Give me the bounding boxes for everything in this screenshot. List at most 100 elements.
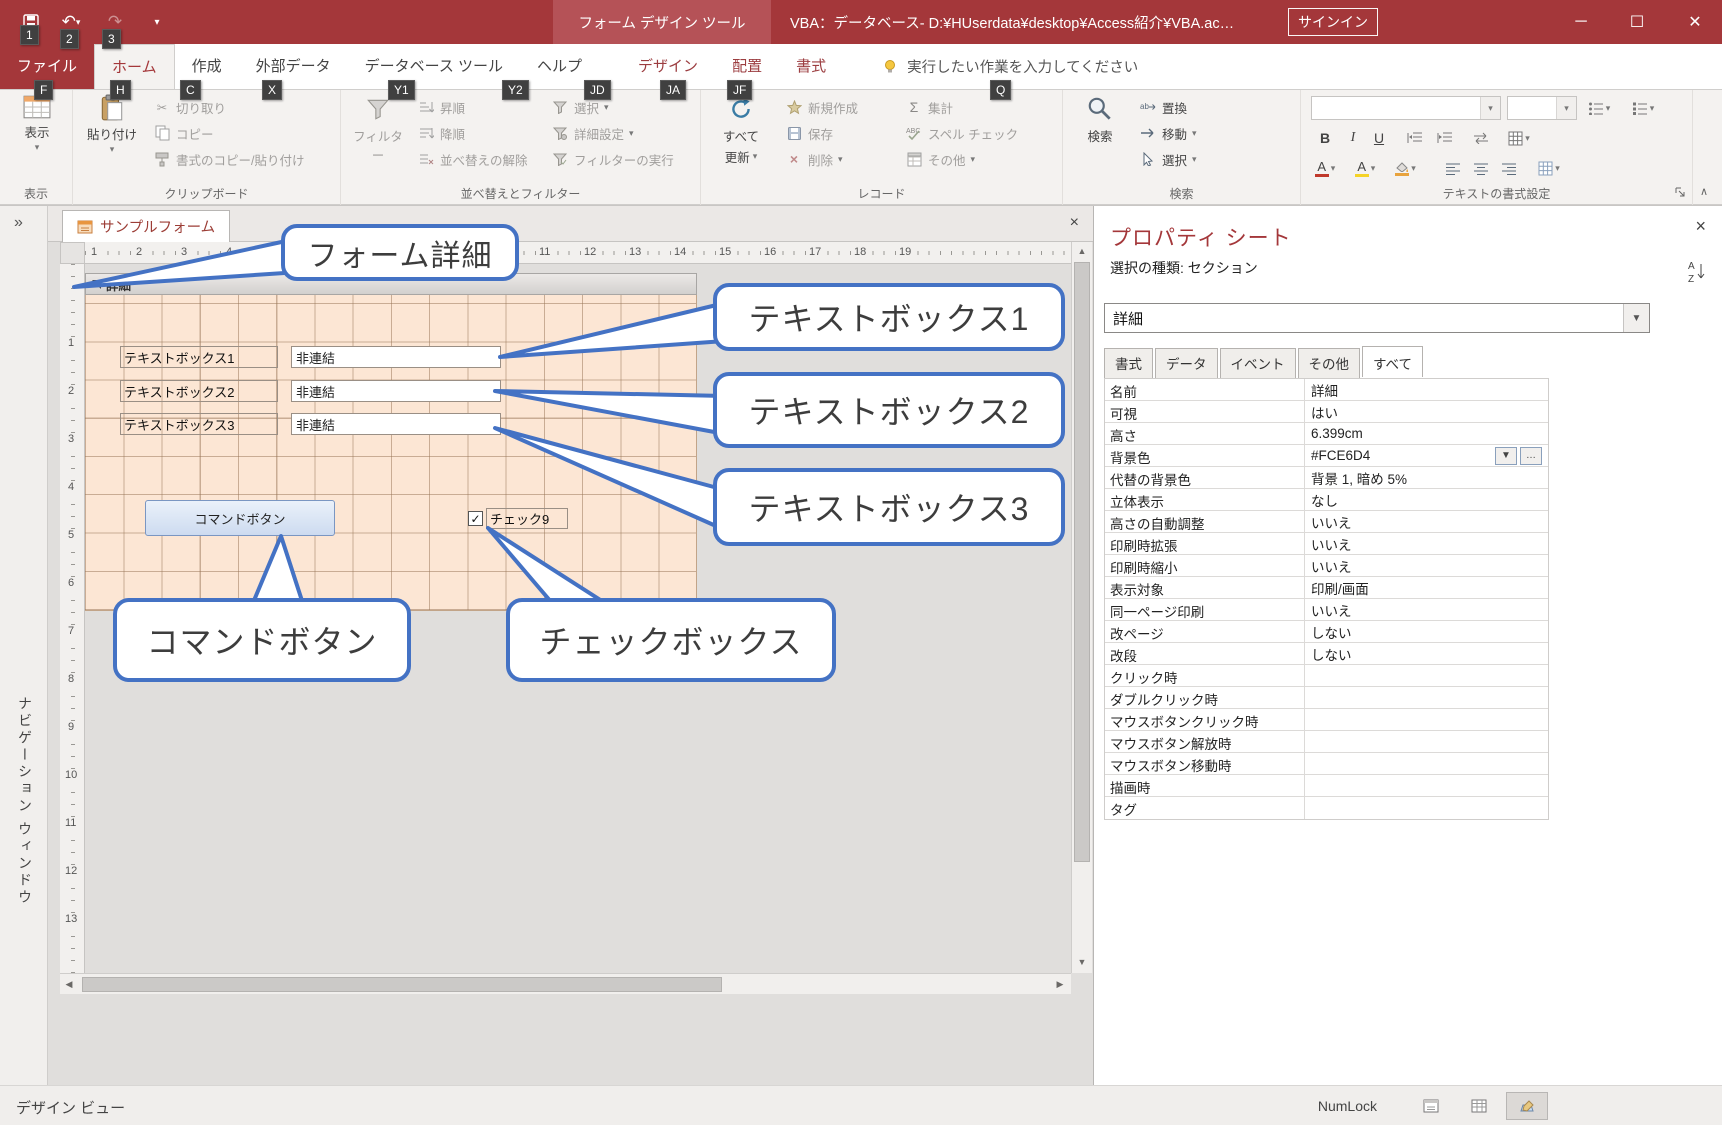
bold-button[interactable]: B <box>1313 126 1337 150</box>
property-row: 改ページしない <box>1105 621 1548 643</box>
filter-button[interactable]: フィルター <box>349 94 407 164</box>
property-sheet-title: プロパティ シート <box>1110 222 1292 252</box>
section-selector-dropdown[interactable]: 詳細 ▼ <box>1104 303 1650 333</box>
scroll-left-button[interactable]: ◀ <box>60 975 78 993</box>
remove-sort-button[interactable]: 並べ替えの解除 <box>413 146 543 172</box>
paste-button[interactable]: 貼り付け ▾ <box>81 94 143 154</box>
command-button[interactable]: コマンドボタン <box>145 500 335 536</box>
horizontal-scroll-thumb[interactable] <box>82 977 722 992</box>
toggle-filter-button[interactable]: フィルターの実行 <box>547 146 697 172</box>
spelling-button[interactable]: ABCスペル チェック <box>901 120 1059 146</box>
close-document-button[interactable]: × <box>1070 214 1079 232</box>
close-button[interactable]: ✕ <box>1668 0 1722 44</box>
form-view-button[interactable] <box>1410 1092 1452 1120</box>
text-formatting-dialog-launcher[interactable] <box>1675 185 1686 201</box>
save-record-button[interactable]: 保存 <box>781 120 897 146</box>
title-bar: ↶▾ ↷ ▾ フォーム デザイン ツール VBA：データベース- D:¥HUse… <box>0 0 1722 44</box>
textbox3[interactable]: 非連結 <box>291 413 501 435</box>
property-row: ダブルクリック時 <box>1105 687 1548 709</box>
background-color-button[interactable]: ▾ <box>1393 156 1417 180</box>
tab-home[interactable]: ホーム <box>94 44 175 89</box>
callout-form-detail: フォーム詳細 <box>281 224 519 281</box>
checkbox-check9[interactable]: ✓ <box>468 511 483 526</box>
goto-icon <box>1139 124 1157 142</box>
decrease-indent-button[interactable] <box>1403 126 1427 150</box>
tab-external-data[interactable]: 外部データ <box>239 44 348 89</box>
table-gridlines-button[interactable]: ▾ <box>1537 156 1561 180</box>
label-textbox2[interactable]: テキストボックス2 <box>120 380 278 402</box>
copy-button[interactable]: コピー <box>149 120 335 146</box>
back-color-dropdown-button[interactable]: ▼ <box>1495 447 1517 465</box>
label-textbox3[interactable]: テキストボックス3 <box>120 413 278 435</box>
new-record-button[interactable]: 新規作成 <box>781 94 897 120</box>
align-left-button[interactable] <box>1441 156 1465 180</box>
scroll-up-button[interactable]: ▲ <box>1072 242 1092 260</box>
increase-indent-button[interactable] <box>1433 126 1457 150</box>
ptab-event[interactable]: イベント <box>1220 348 1296 379</box>
text-direction-button[interactable] <box>1469 126 1493 150</box>
align-right-button[interactable] <box>1497 156 1521 180</box>
find-button[interactable]: 検索 <box>1073 94 1127 145</box>
ptab-other[interactable]: その他 <box>1298 348 1361 379</box>
minimize-button[interactable]: ─ <box>1556 0 1606 44</box>
sort-descending-button[interactable]: 降順 <box>413 120 543 146</box>
bullet-list-button[interactable]: ▾ <box>1587 96 1611 120</box>
font-size-combo[interactable]: ▾ <box>1507 96 1577 120</box>
more-records-button[interactable]: その他▾ <box>901 146 1059 172</box>
tab-database-tools[interactable]: データベース ツール <box>348 44 520 89</box>
sort-az-button[interactable]: AZ <box>1686 258 1708 287</box>
align-right-icon <box>1501 162 1517 175</box>
totals-button[interactable]: Σ集計 <box>901 94 1059 120</box>
datasheet-view-button[interactable] <box>1458 1092 1500 1120</box>
font-color-button[interactable]: A▾ <box>1313 156 1337 180</box>
checkbox-label[interactable]: チェック9 <box>486 508 568 529</box>
highlight-color-button[interactable]: A▾ <box>1353 156 1377 180</box>
horizontal-scrollbar[interactable]: ◀ ▶ <box>60 973 1071 994</box>
keytip-external: X <box>262 80 282 100</box>
highlight-color-icon: A <box>1355 160 1369 177</box>
sign-in-button[interactable]: サインイン <box>1288 8 1378 36</box>
property-row: 代替の背景色背景 1, 暗め 5% <box>1105 467 1548 489</box>
format-painter-button[interactable]: 書式のコピー/貼り付け <box>149 146 335 172</box>
close-property-sheet-button[interactable]: × <box>1695 216 1706 237</box>
vertical-scroll-thumb[interactable] <box>1074 262 1090 862</box>
scroll-right-button[interactable]: ▶ <box>1051 975 1069 993</box>
collapse-ribbon-button[interactable]: ∧ <box>1700 185 1708 198</box>
font-family-combo[interactable]: ▾ <box>1311 96 1501 120</box>
document-tab-sample-form[interactable]: サンプルフォーム <box>62 210 230 242</box>
horizontal-ruler: 1 2 3 4 5 6 7 8 9 10 11 12 13 14 15 16 1… <box>85 242 1071 264</box>
ribbon: 表示 ▾ 表示 貼り付け ▾ ✂切り取り コピー 書式のコピー/貼り付け クリッ… <box>0 90 1722 205</box>
textbox1[interactable]: 非連結 <box>291 346 501 368</box>
delete-record-button[interactable]: ×削除▾ <box>781 146 897 172</box>
goto-button[interactable]: 移動▾ <box>1135 120 1295 146</box>
expand-nav-pane-button[interactable]: » <box>14 214 23 232</box>
form-design-grid[interactable] <box>85 295 697 611</box>
underline-button[interactable]: U <box>1367 126 1391 150</box>
italic-button[interactable]: I <box>1341 126 1365 150</box>
access-window: ↶▾ ↷ ▾ フォーム デザイン ツール VBA：データベース- D:¥HUse… <box>0 0 1722 1125</box>
maximize-button[interactable]: ☐ <box>1612 0 1662 44</box>
back-color-builder-button[interactable]: … <box>1520 447 1542 465</box>
cut-button[interactable]: ✂切り取り <box>149 94 335 120</box>
ptab-all[interactable]: すべて <box>1362 346 1423 377</box>
align-center-button[interactable] <box>1469 156 1493 180</box>
label-textbox1[interactable]: テキストボックス1 <box>120 346 278 368</box>
numbered-list-button[interactable]: ▾ <box>1631 96 1655 120</box>
textbox2[interactable]: 非連結 <box>291 380 501 402</box>
refresh-all-button[interactable]: すべて 更新▾ <box>709 94 773 166</box>
view-button[interactable]: 表示 ▾ <box>9 94 65 152</box>
ribbon-group-sort-filter: フィルター 昇順 降順 並べ替えの解除 選択▾ 詳細設定▾ フィルターの実行 並… <box>341 90 701 205</box>
tab-format[interactable]: 書式 <box>779 44 843 89</box>
ptab-format[interactable]: 書式 <box>1104 348 1153 379</box>
scroll-down-button[interactable]: ▼ <box>1072 953 1092 971</box>
select-button[interactable]: 選択▾ <box>1135 146 1295 172</box>
ptab-data[interactable]: データ <box>1155 348 1218 379</box>
group-label-clipboard: クリップボード <box>73 185 340 202</box>
navigation-pane-title[interactable]: ナビゲーション ウィンドウ <box>15 696 35 907</box>
replace-button[interactable]: ab置換 <box>1135 94 1295 120</box>
gridlines-button[interactable]: ▾ <box>1507 126 1531 150</box>
design-view-button[interactable] <box>1506 1092 1548 1120</box>
qat-customize-button[interactable]: ▾ <box>146 7 168 37</box>
advanced-filter-button[interactable]: 詳細設定▾ <box>547 120 697 146</box>
vertical-scrollbar[interactable]: ▲ ▼ <box>1071 242 1092 973</box>
